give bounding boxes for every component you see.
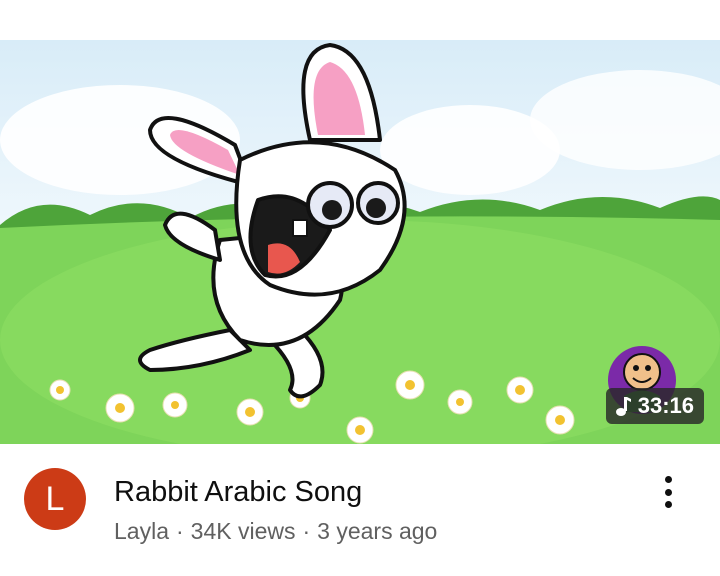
avatar-initial: L [45, 479, 65, 518]
more-dot [664, 501, 672, 508]
duration-text: 33:16 [637, 393, 694, 418]
channel-name[interactable]: Layla [114, 518, 169, 545]
view-count: 34K views [190, 518, 296, 544]
music-note-icon [615, 397, 631, 416]
video-thumbnail[interactable]: 33:16 [0, 40, 720, 444]
thumbnail-illustration [0, 43, 720, 444]
more-dot [664, 476, 672, 483]
more-dot [664, 488, 672, 496]
video-subtitle: Layla · 34K views · 3 years ago [114, 518, 437, 545]
separator-dot: · [302, 518, 311, 544]
top-spacer [0, 0, 720, 40]
separator-dot: · [175, 518, 184, 544]
channel-avatar[interactable]: L [24, 468, 86, 530]
upload-age: 3 years ago [317, 518, 438, 544]
video-title[interactable]: Rabbit Arabic Song [114, 474, 437, 510]
more-options-icon[interactable] [656, 470, 680, 514]
video-meta: Rabbit Arabic Song Layla · 34K views · 3… [114, 468, 437, 545]
video-info-row: L Rabbit Arabic Song Layla · 34K views ·… [0, 444, 720, 576]
duration-badge: 33:16 [605, 388, 704, 424]
